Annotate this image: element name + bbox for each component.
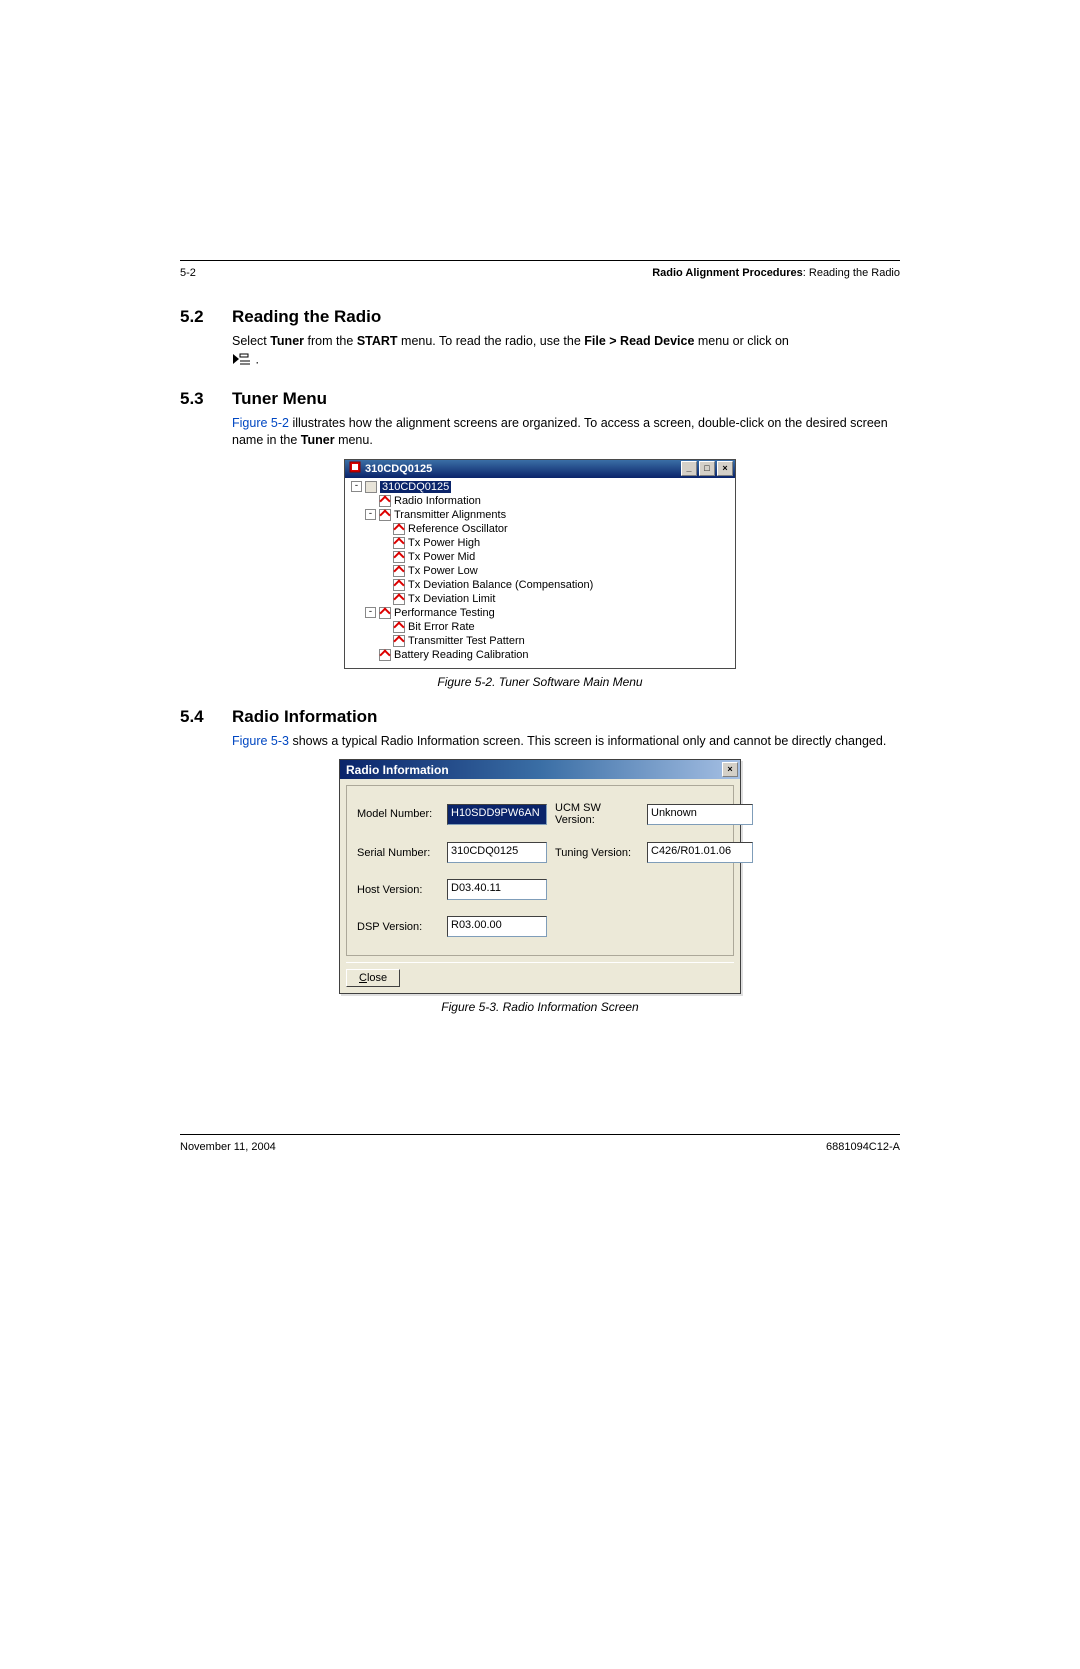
tool-icon <box>379 649 391 661</box>
tool-icon <box>379 495 391 507</box>
radio-info-body: Model Number: H10SDD9PW6AN UCM SW Versio… <box>346 785 734 956</box>
section-number: 5.2 <box>180 307 232 327</box>
app-icon <box>349 461 361 476</box>
dsp-version-label: DSP Version: <box>357 921 439 933</box>
radio-icon <box>365 481 377 493</box>
tree-item[interactable]: Tx Deviation Limit <box>349 592 731 606</box>
tree-item[interactable]: Tx Power High <box>349 536 731 550</box>
ucm-version-field[interactable]: Unknown <box>647 804 753 825</box>
read-device-icon <box>232 352 252 371</box>
tool-icon <box>393 593 405 605</box>
tree-root[interactable]: - 310CDQ0125 <box>349 480 731 494</box>
collapse-icon[interactable]: - <box>365 607 376 618</box>
tree-root-label[interactable]: 310CDQ0125 <box>380 481 451 493</box>
section-5-2-body: Select Tuner from the START menu. To rea… <box>232 333 900 371</box>
tree-item[interactable]: - Transmitter Alignments <box>349 508 731 522</box>
host-version-field[interactable]: D03.40.11 <box>447 879 547 900</box>
section-5-2-heading: 5.2 Reading the Radio <box>180 307 900 327</box>
header-section: Radio Alignment Procedures: Reading the … <box>652 267 900 279</box>
close-dialog-button[interactable]: Close <box>346 969 400 987</box>
tuner-titlebar[interactable]: 310CDQ0125 _ □ × <box>345 460 735 478</box>
section-5-3-body: Figure 5-2 illustrates how the alignment… <box>232 415 900 449</box>
tool-icon <box>393 523 405 535</box>
tool-icon <box>393 621 405 633</box>
footer-date: November 11, 2004 <box>180 1141 276 1153</box>
tool-icon <box>393 565 405 577</box>
section-number: 5.4 <box>180 707 232 727</box>
footer-doc-id: 6881094C12-A <box>826 1141 900 1153</box>
figure-reference[interactable]: Figure 5-2 <box>232 416 289 430</box>
maximize-button[interactable]: □ <box>699 461 715 476</box>
tool-icon <box>393 551 405 563</box>
ucm-version-label: UCM SW Version: <box>555 802 639 826</box>
section-number: 5.3 <box>180 389 232 409</box>
radio-info-titlebar[interactable]: Radio Information × <box>340 760 740 779</box>
radio-info-window: Radio Information × Model Number: H10SDD… <box>339 759 741 994</box>
window-title: Radio Information <box>346 763 449 777</box>
tree-item[interactable]: Reference Oscillator <box>349 522 731 536</box>
section-title: Reading the Radio <box>232 307 381 327</box>
page-number: 5-2 <box>180 267 196 279</box>
section-title: Tuner Menu <box>232 389 327 409</box>
close-button[interactable]: × <box>717 461 733 476</box>
tuner-tree[interactable]: - 310CDQ0125 Radio Information - Transmi… <box>345 478 735 668</box>
running-header: 5-2 Radio Alignment Procedures: Reading … <box>180 267 900 279</box>
tree-item[interactable]: Bit Error Rate <box>349 620 731 634</box>
tree-item[interactable]: Transmitter Test Pattern <box>349 634 731 648</box>
model-number-field[interactable]: H10SDD9PW6AN <box>447 804 547 825</box>
host-version-label: Host Version: <box>357 884 439 896</box>
serial-number-label: Serial Number: <box>357 847 439 859</box>
window-title: 310CDQ0125 <box>365 463 432 475</box>
tree-item[interactable]: Tx Power Mid <box>349 550 731 564</box>
tree-item[interactable]: Tx Deviation Balance (Compensation) <box>349 578 731 592</box>
figure-reference[interactable]: Figure 5-3 <box>232 734 289 748</box>
serial-number-field[interactable]: 310CDQ0125 <box>447 842 547 863</box>
dialog-button-bar: Close <box>346 962 734 987</box>
header-rule <box>180 260 900 261</box>
tool-icon <box>393 537 405 549</box>
section-title: Radio Information <box>232 707 377 727</box>
close-button[interactable]: × <box>722 762 738 777</box>
figure-5-3-caption: Figure 5-3. Radio Information Screen <box>180 1000 900 1014</box>
dsp-version-field[interactable]: R03.00.00 <box>447 916 547 937</box>
tree-item[interactable]: Battery Reading Calibration <box>349 648 731 662</box>
tree-item[interactable]: - Performance Testing <box>349 606 731 620</box>
header-bold: Radio Alignment Procedures <box>652 267 803 279</box>
collapse-icon[interactable]: - <box>351 481 362 492</box>
tool-icon <box>379 509 391 521</box>
figure-5-2-caption: Figure 5-2. Tuner Software Main Menu <box>180 675 900 689</box>
tool-icon <box>393 635 405 647</box>
tuning-version-label: Tuning Version: <box>555 847 639 859</box>
model-number-label: Model Number: <box>357 808 439 820</box>
tuner-window: 310CDQ0125 _ □ × - 310CDQ0125 Radio Info… <box>344 459 736 669</box>
section-5-4-body: Figure 5-3 shows a typical Radio Informa… <box>232 733 900 750</box>
section-5-3-heading: 5.3 Tuner Menu <box>180 389 900 409</box>
tuning-version-field[interactable]: C426/R01.01.06 <box>647 842 753 863</box>
collapse-icon[interactable]: - <box>365 509 376 520</box>
footer-rule <box>180 1134 900 1135</box>
tree-item[interactable]: Radio Information <box>349 494 731 508</box>
document-page: 5-2 Radio Alignment Procedures: Reading … <box>160 260 920 1233</box>
header-tail: : Reading the Radio <box>803 267 900 279</box>
section-5-4-heading: 5.4 Radio Information <box>180 707 900 727</box>
page-footer: November 11, 2004 6881094C12-A <box>180 1141 900 1153</box>
minimize-button[interactable]: _ <box>681 461 697 476</box>
tool-icon <box>393 579 405 591</box>
tree-item[interactable]: Tx Power Low <box>349 564 731 578</box>
tool-icon <box>379 607 391 619</box>
